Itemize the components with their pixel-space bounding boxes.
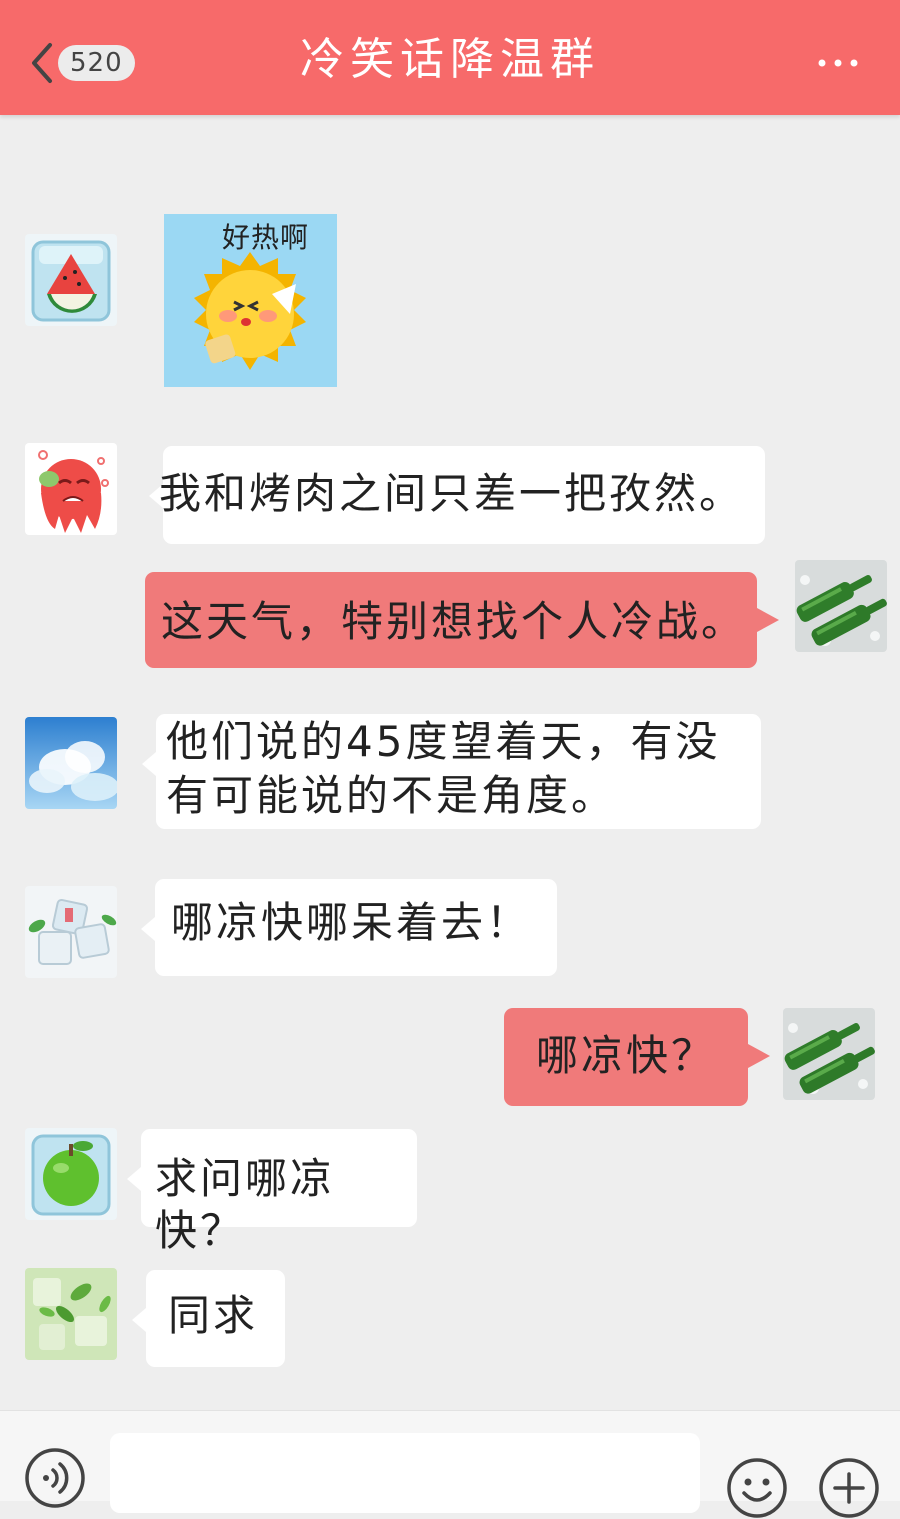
message-text: 同求 — [168, 1291, 259, 1340]
avatar-green-bottles-on-ice[interactable] — [783, 1008, 875, 1100]
message-text: 求问哪凉快？ — [155, 1154, 336, 1255]
more-options-icon[interactable] — [816, 50, 860, 76]
avatar-watermelon-ice-cube[interactable] — [25, 234, 117, 326]
message-text: 哪凉快哪呆着去！ — [171, 898, 532, 947]
plus-icon[interactable] — [818, 1457, 880, 1519]
chat-header: 520 冷笑话降温群 — [0, 0, 900, 115]
outgoing-message-bubble[interactable]: 这天气，特别想找个人冷战。 — [145, 572, 779, 668]
avatar-green-bottles-on-ice[interactable] — [795, 560, 887, 652]
emoji-icon[interactable] — [726, 1457, 788, 1519]
outgoing-message-bubble[interactable]: 哪凉快？ — [504, 1008, 770, 1106]
message-input[interactable] — [110, 1433, 700, 1513]
incoming-message-bubble[interactable]: 他们说的45度望着天，有没 有可能说的不是角度。 — [142, 714, 761, 829]
incoming-message-bubble[interactable]: 同求 — [132, 1270, 285, 1367]
message-text-line-1: 他们说的45度望着天，有没 — [166, 717, 721, 766]
incoming-message-bubble[interactable]: 哪凉快哪呆着去！ — [141, 879, 557, 976]
input-bar — [0, 1410, 900, 1518]
message-text: 我和烤肉之间只差一把孜然。 — [159, 469, 745, 518]
group-title: 冷笑话降温群 — [300, 34, 600, 85]
message-text: 哪凉快？ — [536, 1031, 717, 1080]
avatar-melting-watermelon[interactable] — [25, 443, 117, 535]
avatar-ice-cubes-mint[interactable] — [25, 886, 117, 978]
message-text: 这天气，特别想找个人冷战。 — [161, 597, 747, 646]
sticker-caption: 好热啊 — [222, 221, 310, 254]
incoming-message-bubble[interactable]: 求问哪凉快？ — [127, 1129, 417, 1255]
avatar-sky-clouds[interactable] — [25, 717, 117, 809]
avatar-mint-ice[interactable] — [25, 1268, 117, 1360]
avatar-apple-ice-cube[interactable] — [25, 1128, 117, 1220]
incoming-message-bubble[interactable]: 我和烤肉之间只差一把孜然。 — [149, 446, 765, 544]
message-text-line-2: 有可能说的不是角度。 — [166, 771, 617, 820]
sticker-message[interactable]: 好热啊 — [164, 214, 337, 387]
